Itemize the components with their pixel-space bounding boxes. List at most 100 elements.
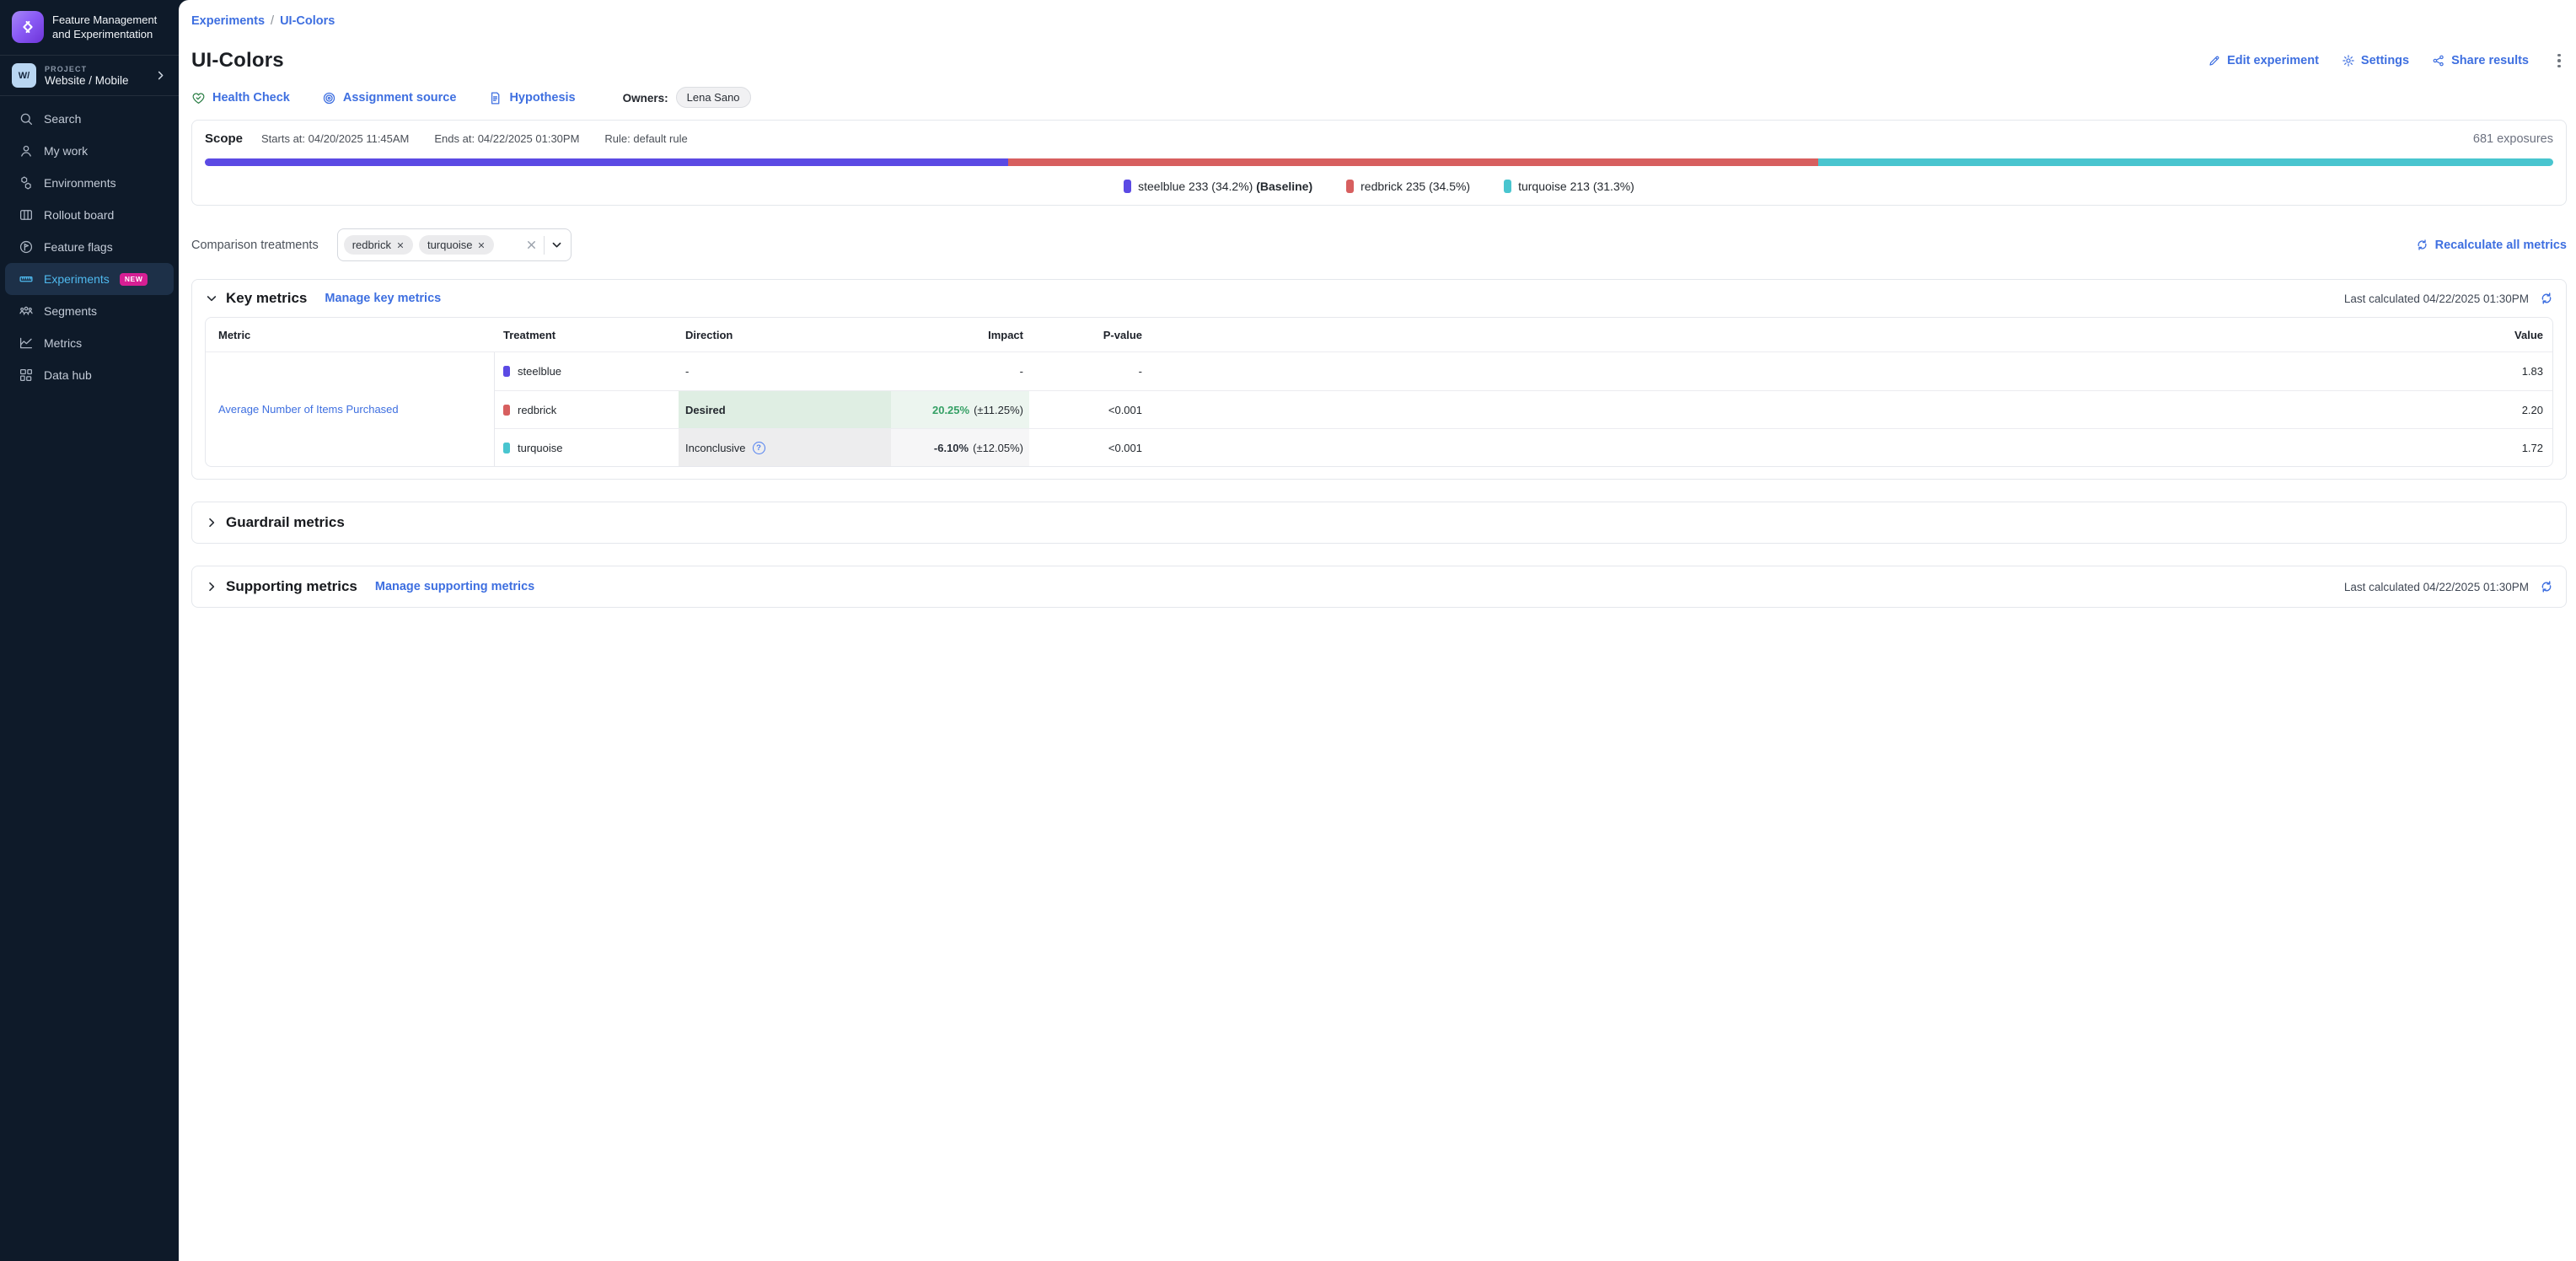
distribution-legend: steelblue 233 (34.2%) (Baseline) redbrick…	[205, 180, 2553, 193]
refresh-icon[interactable]	[2540, 580, 2553, 593]
share-results-button[interactable]: Share results	[2432, 54, 2529, 67]
breadcrumb: Experiments/UI-Colors	[191, 14, 2567, 28]
legend-item-redbrick: redbrick 235 (34.5%)	[1346, 180, 1470, 193]
clear-selection-icon[interactable]	[525, 239, 538, 251]
key-metrics-title: Key metrics	[226, 290, 307, 307]
key-metrics-table: MetricTreatmentDirectionImpactP-valueVal…	[205, 317, 2553, 467]
legend-swatch	[1124, 180, 1131, 193]
p-value-cell: <0.001	[1029, 429, 1152, 466]
rollout-board-icon	[19, 207, 34, 223]
metric-cell: Average Number of Items Purchased	[206, 352, 495, 466]
edit-experiment-button[interactable]: Edit experiment	[2208, 54, 2319, 67]
scope-starts: Starts at: 04/20/2025 11:45AM	[261, 132, 409, 145]
impact-confidence-interval: (±11.25%)	[974, 404, 1023, 416]
impact-value: 20.25%	[932, 404, 969, 416]
sidebar-nav: SearchMy work Environments Rollout board Fe…	[0, 96, 179, 398]
value-cell: 2.20	[1152, 391, 2552, 428]
treatment-name: redbrick	[518, 404, 556, 416]
direction-label: Desired	[685, 404, 726, 416]
owners-label: Owners:	[623, 92, 668, 105]
action-label: Share results	[2451, 54, 2529, 67]
recalculate-all-metrics-button[interactable]: Recalculate all metrics	[2416, 239, 2567, 252]
column-header-metric: Metric	[206, 329, 495, 341]
environments-icon	[19, 175, 34, 190]
sidebar-item-rollout-board[interactable]: Rollout board	[5, 199, 174, 231]
sidebar-item-label: Metrics	[44, 336, 82, 350]
metric-link[interactable]: Average Number of Items Purchased	[218, 403, 399, 416]
owner-pills: Lena Sano	[676, 90, 751, 105]
direction-cell: -	[679, 352, 891, 390]
sidebar-item-my-work[interactable]: My work	[5, 135, 174, 167]
sidebar-item-feature-flags[interactable]: Feature flags	[5, 231, 174, 263]
sidebar-item-experiments[interactable]: ExperimentsNEW	[5, 263, 174, 295]
treatment-cell: steelblue	[495, 352, 679, 390]
sidebar-item-segments[interactable]: Segments	[5, 295, 174, 327]
value-cell: 1.83	[1152, 352, 2552, 390]
hypothesis-link[interactable]: Hypothesis	[488, 91, 575, 105]
header-actions: Edit experiment Settings Share results	[2208, 52, 2567, 70]
assignment-source-link[interactable]: Assignment source	[322, 91, 457, 105]
segments-icon	[19, 303, 34, 319]
p-value-cell: <0.001	[1029, 391, 1152, 428]
meta-link-label: Hypothesis	[509, 91, 575, 105]
manage-supporting-metrics-link[interactable]: Manage supporting metrics	[375, 580, 534, 593]
more-options-kebab-icon[interactable]	[2552, 52, 2567, 70]
direction-cell: Inconclusive?	[679, 429, 891, 466]
help-icon[interactable]: ?	[753, 442, 765, 454]
project-label: PROJECT	[45, 65, 146, 73]
breadcrumb-experiments[interactable]: Experiments	[191, 14, 265, 28]
legend-item-turquoise: turquoise 213 (31.3%)	[1504, 180, 1634, 193]
metrics-icon	[19, 335, 34, 351]
chevron-right-icon[interactable]	[205, 580, 218, 593]
sidebar-item-label: Data hub	[44, 368, 92, 382]
project-switcher[interactable]: W/ PROJECT Website / Mobile	[0, 56, 179, 95]
treatment-chip-redbrick[interactable]: redbrick	[344, 235, 413, 255]
refresh-icon[interactable]	[2540, 292, 2553, 305]
chevron-down-icon[interactable]	[550, 239, 563, 251]
exposures-count: 681 exposures	[2473, 132, 2553, 146]
breadcrumb-current[interactable]: UI-Colors	[280, 14, 335, 28]
sidebar-item-label: Environments	[44, 176, 116, 190]
gear-icon	[2342, 54, 2355, 67]
chevron-right-icon[interactable]	[205, 516, 218, 529]
impact-confidence-interval: (±12.05%)	[973, 442, 1023, 454]
sidebar-item-metrics[interactable]: Metrics	[5, 327, 174, 359]
settings-button[interactable]: Settings	[2342, 54, 2409, 67]
sidebar-item-label: Rollout board	[44, 208, 114, 222]
table-header: MetricTreatmentDirectionImpactP-valueVal…	[206, 318, 2552, 352]
owner-pill: Lena Sano	[676, 87, 751, 108]
legend-label: steelblue 233 (34.2%) (Baseline)	[1138, 180, 1312, 193]
legend-swatch	[1504, 180, 1511, 193]
scope-card: Scope Starts at: 04/20/2025 11:45AM Ends…	[191, 120, 2567, 206]
column-header-p-value: P-value	[1029, 329, 1152, 341]
direction-label: Inconclusive	[685, 442, 746, 454]
column-header-impact: Impact	[891, 329, 1029, 341]
guardrail-metrics-title: Guardrail metrics	[226, 514, 345, 531]
chevron-down-icon[interactable]	[205, 292, 218, 305]
remove-chip-icon[interactable]	[477, 241, 486, 250]
project-badge: W/	[12, 63, 36, 88]
share-icon	[2432, 54, 2445, 67]
experiments-icon	[19, 271, 34, 287]
action-label: Settings	[2361, 54, 2409, 67]
treatment-cell: redbrick	[495, 391, 679, 428]
bar-segment-turquoise	[1818, 158, 2553, 166]
comparison-label: Comparison treatments	[191, 239, 319, 252]
column-header-value: Value	[1152, 329, 2552, 341]
column-header-treatment: Treatment	[495, 329, 679, 341]
treatment-name: turquoise	[518, 442, 562, 454]
treatment-cell: turquoise	[495, 429, 679, 466]
sidebar-item-search[interactable]: Search	[5, 103, 174, 135]
meta-link-label: Health Check	[212, 91, 290, 105]
sidebar-item-environments[interactable]: Environments	[5, 167, 174, 199]
remove-chip-icon[interactable]	[396, 241, 405, 250]
scope-rule: Rule: default rule	[604, 132, 687, 145]
comparison-treatments-select[interactable]: redbrick turquoise	[337, 228, 572, 261]
main-content: Experiments/UI-Colors UI-Colors Edit exp…	[179, 0, 2576, 1261]
action-label: Edit experiment	[2227, 54, 2319, 67]
health-check-link[interactable]: Health Check	[191, 91, 290, 105]
manage-key-metrics-link[interactable]: Manage key metrics	[325, 292, 441, 305]
sidebar-item-data-hub[interactable]: Data hub	[5, 359, 174, 391]
treatment-chip-turquoise[interactable]: turquoise	[419, 235, 494, 255]
app-name: Feature Management and Experimentation	[52, 13, 167, 41]
